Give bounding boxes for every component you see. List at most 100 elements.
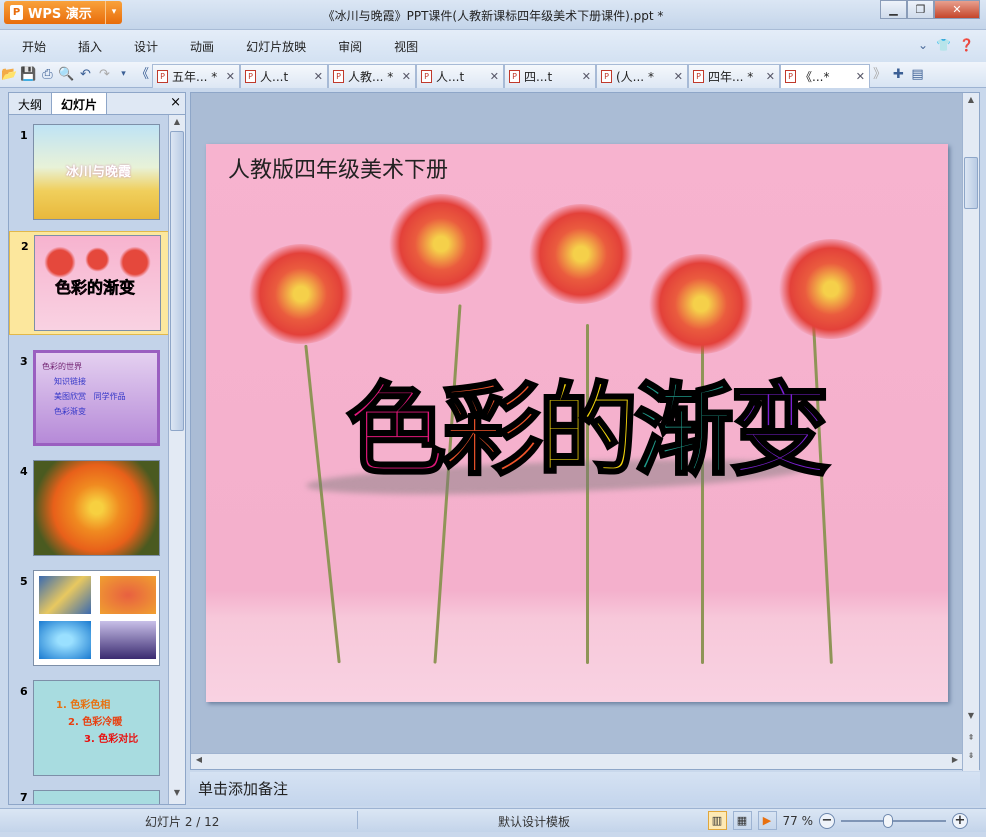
print-icon[interactable]: ⎙ (38, 65, 57, 84)
tab-label: (人... * (616, 69, 654, 84)
zoom-slider-handle[interactable] (883, 813, 893, 828)
ppt-file-icon: P (157, 69, 168, 83)
skin-shirt-icon[interactable]: 👕 (936, 38, 951, 52)
menu-animation[interactable]: 动画 (190, 38, 214, 55)
collapse-ribbon-icon[interactable]: ⌄ (918, 38, 928, 52)
close-tab-icon[interactable]: ✕ (490, 70, 499, 83)
slide-panel: 大纲 幻灯片 × 1 冰川与晚霞 2 色彩的渐变 3 色彩的世界 知识链接 美图欣赏… (8, 92, 186, 805)
doc-tab[interactable]: P 四...t ✕ (504, 63, 596, 88)
notes-area[interactable]: 单击添加备注 (190, 772, 980, 806)
tab-list-icon[interactable]: ▤ (908, 65, 927, 84)
vertical-scrollbar[interactable]: ▲ ▼ ⇞ ⇟ (962, 93, 979, 771)
open-folder-icon[interactable]: 📂 (0, 65, 19, 84)
tab-label: 《...* (800, 69, 830, 84)
close-tab-icon[interactable]: ✕ (674, 70, 683, 83)
ppt-file-icon: P (693, 69, 704, 83)
menu-insert[interactable]: 插入 (78, 38, 102, 55)
doc-tab[interactable]: P (人... * ✕ (596, 63, 688, 88)
close-tab-icon[interactable]: ✕ (766, 70, 775, 83)
print-preview-icon[interactable]: 🔍 (57, 65, 76, 84)
close-tab-icon[interactable]: ✕ (314, 70, 323, 83)
current-slide[interactable]: 人教版四年级美术下册 色彩的渐变 (206, 144, 948, 702)
slide-thumbnail[interactable]: 4 (9, 457, 169, 561)
help-icon[interactable]: ❓ (959, 38, 974, 52)
zoom-out-icon[interactable]: − (819, 812, 835, 829)
doc-tab[interactable]: P 人教... * ✕ (328, 63, 416, 88)
save-icon[interactable]: 💾 (19, 65, 38, 84)
scroll-left-icon[interactable]: ◀ (191, 755, 207, 769)
thumbnail-scrollbar[interactable]: ▲ ▼ (168, 115, 185, 804)
flower-image (776, 239, 886, 339)
slide-thumbnail[interactable]: 5 (9, 567, 169, 671)
title-char: 色 (345, 371, 448, 491)
close-button[interactable]: ✕ (934, 0, 980, 19)
customize-dropdown-icon[interactable]: ▾ (114, 65, 133, 84)
close-tab-icon[interactable]: ✕ (856, 70, 865, 83)
doc-tab[interactable]: P 四年... * ✕ (688, 63, 780, 88)
menu-design[interactable]: 设计 (134, 38, 158, 55)
doc-tab[interactable]: P 人...t ✕ (240, 63, 328, 88)
close-tab-icon[interactable]: ✕ (582, 70, 591, 83)
close-tab-icon[interactable]: ✕ (226, 70, 235, 83)
minimize-button[interactable]: ▁ (880, 0, 907, 19)
thumbnail-text: 2. 色彩冷暖 (68, 717, 123, 728)
horizontal-scrollbar[interactable]: ◀ ▶ (191, 753, 963, 769)
menu-review[interactable]: 审阅 (338, 38, 362, 55)
scrollbar-thumb[interactable] (964, 157, 978, 209)
scroll-down-icon[interactable]: ▼ (169, 788, 185, 802)
scroll-down-icon[interactable]: ▼ (963, 711, 979, 725)
doc-tab[interactable]: P 人...t ✕ (416, 63, 504, 88)
slide-thumbnail[interactable]: 3 色彩的世界 知识链接 美图欣赏 同学作品 色彩渐变 (9, 347, 169, 451)
restore-button[interactable]: ❐ (907, 0, 934, 19)
redo-icon[interactable]: ↷ (95, 65, 114, 84)
menu-slideshow[interactable]: 幻灯片放映 (246, 38, 306, 55)
scroll-up-icon[interactable]: ▲ (963, 95, 979, 109)
slide-thumbnail[interactable]: 6 1. 色彩色相 2. 色彩冷暖 3. 色彩对比 (9, 677, 169, 781)
slide-number: 4 (20, 465, 28, 478)
slide-editor: 人教版四年级美术下册 色彩的渐变 ◀ ▶ ▲ ▼ ⇞ ⇟ (190, 92, 980, 771)
flower-image (526, 204, 636, 304)
zoom-level[interactable]: 77 % (783, 814, 814, 828)
doc-tab[interactable]: P 五年... * ✕ (152, 63, 240, 88)
menu-view[interactable]: 视图 (394, 38, 418, 55)
slide-sorter-view-icon[interactable]: ▦ (732, 811, 752, 830)
slide-subtitle[interactable]: 人教版四年级美术下册 (228, 152, 448, 184)
flower-image (246, 244, 356, 344)
scroll-up-icon[interactable]: ▲ (169, 117, 185, 131)
zoom-slider[interactable] (841, 813, 946, 828)
tab-outline[interactable]: 大纲 (9, 93, 51, 114)
thumbnail-text: 色彩渐变 (54, 407, 86, 416)
window-title: 《冰川与晚霞》PPT课件(人教新课标四年级美术下册课件).ppt * (322, 9, 664, 23)
doc-tab-active[interactable]: P 《...* ✕ (780, 63, 870, 88)
close-panel-icon[interactable]: × (170, 95, 181, 110)
slide-number: 6 (20, 685, 28, 698)
normal-view-icon[interactable]: ▥ (707, 811, 727, 830)
slide-thumbnail[interactable]: 7 (9, 787, 169, 804)
undo-icon[interactable]: ↶ (76, 65, 95, 84)
scrollbar-thumb[interactable] (170, 131, 184, 431)
slideshow-view-icon[interactable]: ▶ (757, 811, 777, 830)
zoom-in-icon[interactable]: + (952, 812, 968, 829)
ppt-file-icon: P (785, 69, 796, 83)
new-tab-plus-icon[interactable]: ✚ (889, 65, 908, 84)
tab-slides[interactable]: 幻灯片 (51, 93, 108, 114)
next-slide-icon[interactable]: ⇟ (963, 751, 979, 765)
thumbnail-text: 同学作品 (93, 392, 126, 401)
tabs-scroll-left-icon[interactable]: 《 (133, 65, 152, 84)
previous-slide-icon[interactable]: ⇞ (963, 733, 979, 747)
slide-thumbnail[interactable]: 1 冰川与晚霞 (9, 121, 169, 225)
slide-title[interactable]: 色彩的渐变 (345, 349, 832, 494)
slide-indicator: 幻灯片 2 / 12 (145, 815, 220, 829)
thumbnail-text: 美图欣赏 (54, 392, 86, 401)
ppt-file-icon: P (601, 69, 612, 83)
tab-label: 四...t (524, 69, 553, 84)
close-tab-icon[interactable]: ✕ (402, 70, 411, 83)
menu-home[interactable]: 开始 (22, 38, 46, 55)
ppt-file-icon: P (509, 69, 520, 83)
slide-thumbnail-selected[interactable]: 2 色彩的渐变 (9, 231, 169, 335)
scroll-right-icon[interactable]: ▶ (947, 755, 963, 769)
status-bar: 幻灯片 2 / 12 默认设计模板 ▥ ▦ ▶ 77 % − + (0, 808, 986, 832)
flower-image (386, 194, 496, 294)
tabs-scroll-right-icon[interactable]: 》 (870, 65, 889, 84)
template-name[interactable]: 默认设计模板 (498, 813, 570, 830)
